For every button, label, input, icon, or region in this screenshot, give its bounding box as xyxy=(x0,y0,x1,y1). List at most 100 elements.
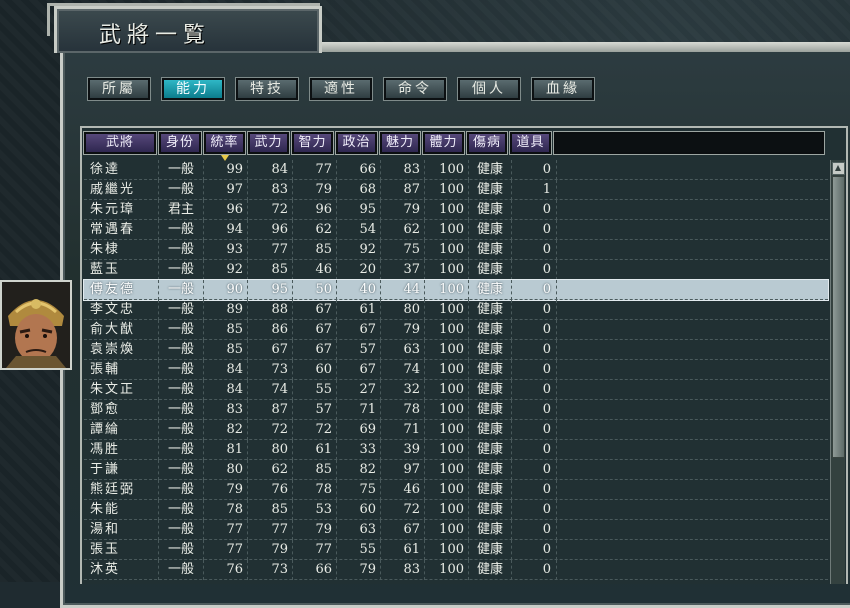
table-row[interactable]: 譚綸 一般 82 72 72 69 71 100 健康 0 xyxy=(84,420,828,440)
table-row[interactable]: 張輔 一般 84 73 60 67 74 100 健康 0 xyxy=(84,360,828,380)
cell-leadership: 89 xyxy=(204,300,248,320)
cell-injury: 健康 xyxy=(469,460,512,480)
cell-empty xyxy=(557,260,828,280)
cell-name: 譚綸 xyxy=(84,420,159,440)
cell-intelligence: 67 xyxy=(293,300,337,320)
table-row[interactable]: 鄧愈 一般 83 87 57 71 78 100 健康 0 xyxy=(84,400,828,420)
cell-politics: 61 xyxy=(337,300,381,320)
table-row[interactable]: 張玉 一般 77 79 77 55 61 100 健康 0 xyxy=(84,540,828,560)
tab-personal[interactable]: 個人 xyxy=(457,77,521,101)
col-header-name[interactable]: 武將 xyxy=(83,131,157,155)
cell-charisma: 79 xyxy=(381,200,425,220)
cell-items: 0 xyxy=(512,380,557,400)
cell-stamina: 100 xyxy=(425,560,469,580)
table-row[interactable]: 沐英 一般 76 73 66 79 83 100 健康 0 xyxy=(84,560,828,580)
cell-intelligence: 55 xyxy=(293,380,337,400)
col-header-leadership-label: 統率 xyxy=(210,135,239,150)
cell-empty xyxy=(557,400,828,420)
cell-rank: 一般 xyxy=(159,180,204,200)
table-row[interactable]: 朱棣 一般 93 77 85 92 75 100 健康 0 xyxy=(84,240,828,260)
col-header-rank[interactable]: 身份 xyxy=(158,131,202,155)
cell-injury: 健康 xyxy=(469,380,512,400)
tab-skills[interactable]: 特技 xyxy=(235,77,299,101)
col-header-intelligence[interactable]: 智力 xyxy=(291,131,334,155)
cell-stamina: 100 xyxy=(425,420,469,440)
scroll-up-icon[interactable] xyxy=(832,162,845,175)
cell-charisma: 72 xyxy=(381,500,425,520)
cell-name: 俞大猷 xyxy=(84,320,159,340)
col-header-charisma[interactable]: 魅力 xyxy=(379,131,421,155)
cell-war: 85 xyxy=(248,260,293,280)
cell-name: 戚繼光 xyxy=(84,180,159,200)
cell-leadership: 78 xyxy=(204,500,248,520)
cell-empty xyxy=(557,280,828,300)
table-row[interactable]: 戚繼光 一般 97 83 79 68 87 100 健康 1 xyxy=(84,180,828,200)
col-header-politics[interactable]: 政治 xyxy=(335,131,378,155)
cell-name: 常遇春 xyxy=(84,220,159,240)
cell-war: 79 xyxy=(248,540,293,560)
scroll-thumb[interactable] xyxy=(832,176,845,458)
table-row[interactable]: 徐達 一般 99 84 77 66 83 100 健康 0 xyxy=(84,160,828,180)
table-row[interactable]: 熊廷弼 一般 79 76 78 75 46 100 健康 0 xyxy=(84,480,828,500)
cell-empty xyxy=(557,360,828,380)
cell-intelligence: 85 xyxy=(293,240,337,260)
cell-intelligence: 53 xyxy=(293,500,337,520)
cell-injury: 健康 xyxy=(469,400,512,420)
cell-rank: 一般 xyxy=(159,320,204,340)
tab-ability[interactable]: 能力 xyxy=(161,77,225,101)
tab-orders[interactable]: 命令 xyxy=(383,77,447,101)
col-header-injury[interactable]: 傷病 xyxy=(466,131,508,155)
cell-intelligence: 96 xyxy=(293,200,337,220)
cell-items: 0 xyxy=(512,240,557,260)
tab-affiliation[interactable]: 所屬 xyxy=(87,77,151,101)
cell-rank: 一般 xyxy=(159,480,204,500)
officer-table: 武將 身份 統率 武力 智力 政治 魅力 體力 傷病 道具 徐達 一般 99 84 77… xyxy=(80,126,848,584)
cell-rank: 一般 xyxy=(159,500,204,520)
cell-war: 87 xyxy=(248,400,293,420)
cell-stamina: 100 xyxy=(425,440,469,460)
cell-items: 0 xyxy=(512,440,557,460)
cell-war: 77 xyxy=(248,240,293,260)
cell-war: 72 xyxy=(248,420,293,440)
table-row[interactable]: 藍玉 一般 92 85 46 20 37 100 健康 0 xyxy=(84,260,828,280)
cell-name: 朱元璋 xyxy=(84,200,159,220)
cell-intelligence: 72 xyxy=(293,420,337,440)
cell-intelligence: 77 xyxy=(293,160,337,180)
table-row[interactable]: 朱文正 一般 84 74 55 27 32 100 健康 0 xyxy=(84,380,828,400)
table-row[interactable]: 朱元璋 君主 96 72 96 95 79 100 健康 0 xyxy=(84,200,828,220)
cell-leadership: 82 xyxy=(204,420,248,440)
cell-war: 88 xyxy=(248,300,293,320)
table-row[interactable]: 李文忠 一般 89 88 67 61 80 100 健康 0 xyxy=(84,300,828,320)
table-row[interactable]: 湯和 一般 77 77 79 63 67 100 健康 0 xyxy=(84,520,828,540)
cell-war: 77 xyxy=(248,520,293,540)
table-row[interactable]: 常遇春 一般 94 96 62 54 62 100 健康 0 xyxy=(84,220,828,240)
table-row[interactable]: 朱能 一般 78 85 53 60 72 100 健康 0 xyxy=(84,500,828,520)
cell-leadership: 79 xyxy=(204,480,248,500)
cell-items: 0 xyxy=(512,340,557,360)
cell-name: 朱棣 xyxy=(84,240,159,260)
col-header-items[interactable]: 道具 xyxy=(509,131,552,155)
table-row[interactable]: 于謙 一般 80 62 85 82 97 100 健康 0 xyxy=(84,460,828,480)
cell-rank: 一般 xyxy=(159,400,204,420)
table-row[interactable]: 傅友德 一般 90 95 50 40 44 100 健康 0 xyxy=(83,279,829,301)
cell-war: 85 xyxy=(248,500,293,520)
cell-empty xyxy=(557,480,828,500)
cell-empty xyxy=(557,420,828,440)
cell-stamina: 100 xyxy=(425,180,469,200)
vertical-scrollbar[interactable] xyxy=(830,160,845,584)
table-header: 武將 身份 統率 武力 智力 政治 魅力 體力 傷病 道具 xyxy=(83,131,827,161)
cell-leadership: 84 xyxy=(204,380,248,400)
table-row[interactable]: 袁崇煥 一般 85 67 67 57 63 100 健康 0 xyxy=(84,340,828,360)
table-row[interactable]: 俞大猷 一般 85 86 67 67 79 100 健康 0 xyxy=(84,320,828,340)
col-header-war[interactable]: 武力 xyxy=(247,131,290,155)
cell-war: 72 xyxy=(248,200,293,220)
tab-lineage[interactable]: 血緣 xyxy=(531,77,595,101)
cell-war: 74 xyxy=(248,380,293,400)
table-row[interactable]: 馮胜 一般 81 80 61 33 39 100 健康 0 xyxy=(84,440,828,460)
cell-items: 0 xyxy=(512,480,557,500)
col-header-stamina[interactable]: 體力 xyxy=(422,131,465,155)
cell-war: 84 xyxy=(248,160,293,180)
cell-charisma: 75 xyxy=(381,240,425,260)
col-header-leadership[interactable]: 統率 xyxy=(203,131,246,161)
tab-aptitude[interactable]: 適性 xyxy=(309,77,373,101)
